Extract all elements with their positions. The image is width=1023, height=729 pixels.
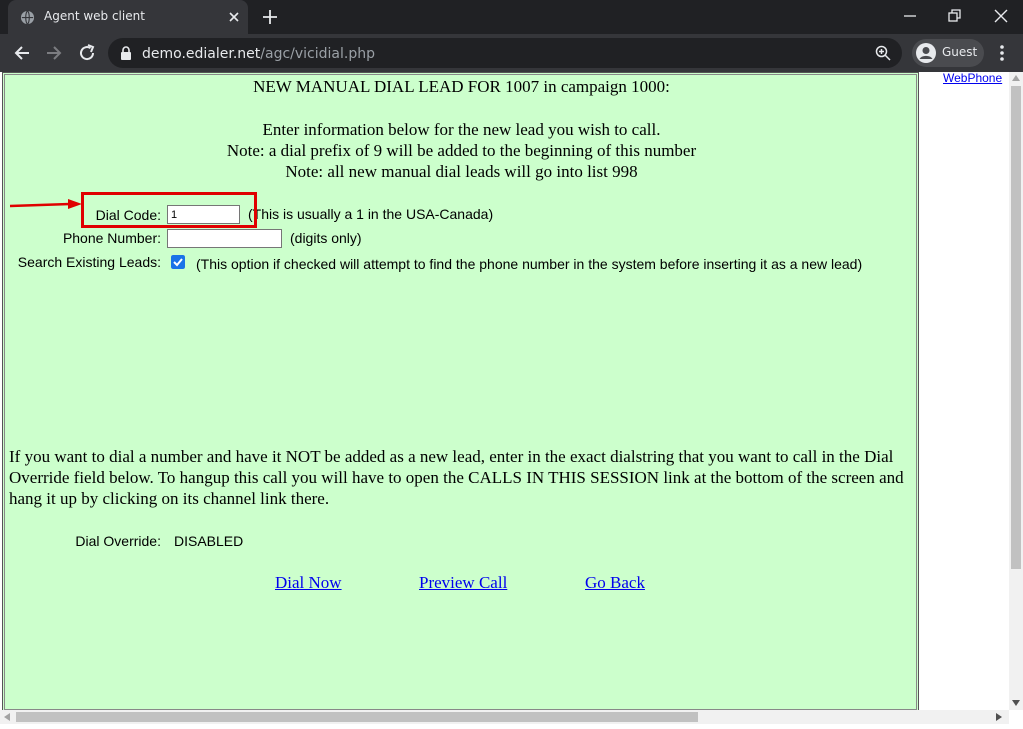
lock-icon[interactable] [120,46,132,60]
intro-line: Enter information below for the new lead… [262,120,661,139]
search-leads-label: Search Existing Leads: [17,254,161,270]
annotation-highlight-box [81,192,257,228]
back-arrow-icon[interactable] [11,42,33,64]
dial-override-instructions: If you want to dial a number and have it… [9,447,904,508]
horizontal-scroll-thumb[interactable] [16,712,698,722]
vertical-scrollbar[interactable] [1009,72,1023,710]
page-title: NEW MANUAL DIAL LEAD FOR 1007 in campaig… [253,77,670,96]
globe-icon [20,10,35,25]
minimize-icon[interactable] [901,7,919,25]
scroll-right-icon[interactable] [996,713,1002,721]
forward-arrow-icon[interactable] [43,42,65,64]
page-viewport: NEW MANUAL DIAL LEAD FOR 1007 in campaig… [0,72,1023,729]
zoom-icon[interactable] [875,45,891,61]
avatar-icon [916,43,936,63]
annotation-arrow-icon [10,199,82,209]
dial-override-value: DISABLED [174,533,244,549]
search-leads-hint: (This option if checked will attempt to … [196,256,863,272]
phone-number-hint: (digits only) [290,230,362,246]
tab-title: Agent web client [44,9,145,23]
browser-tab[interactable]: Agent web client [8,0,248,34]
profile-button[interactable]: Guest [912,39,984,67]
scroll-down-icon[interactable] [1012,700,1020,706]
horizontal-scrollbar[interactable] [0,710,1009,724]
manual-dial-panel: NEW MANUAL DIAL LEAD FOR 1007 in campaig… [2,72,919,712]
kebab-menu-icon[interactable] [994,43,1010,63]
address-bar[interactable]: demo.edialer.net/agc/vicidial.php [108,38,902,68]
dial-code-hint: (This is usually a 1 in the USA-Canada) [248,206,494,222]
scroll-up-icon[interactable] [1012,75,1020,81]
search-leads-checkbox[interactable] [171,255,185,269]
preview-call-link[interactable]: Preview Call [419,573,507,593]
vertical-scroll-thumb[interactable] [1011,86,1021,569]
restore-icon[interactable] [946,7,964,25]
webphone-link[interactable]: WebPhone [943,72,1002,85]
intro-text: Enter information below for the new lead… [3,119,920,182]
intro-line: Note: a dial prefix of 9 will be added t… [226,141,697,160]
new-tab-icon[interactable] [261,8,279,26]
dial-override-label: Dial Override: [75,533,161,549]
browser-tab-bar: Agent web client [0,0,1023,34]
profile-label: Guest [942,45,978,59]
dial-now-link[interactable]: Dial Now [275,573,342,593]
go-back-link[interactable]: Go Back [585,573,645,593]
browser-toolbar: demo.edialer.net/agc/vicidial.php Guest [0,34,1023,72]
scroll-left-icon[interactable] [4,713,10,721]
window-close-icon[interactable] [992,7,1010,25]
intro-line: Note: all new manual dial leads will go … [285,162,638,181]
url-path: /agc/vicidial.php [260,46,375,62]
url-text: demo.edialer.net/agc/vicidial.php [142,46,375,62]
phone-number-label: Phone Number: [62,230,161,246]
phone-number-input[interactable] [167,229,282,248]
url-host: demo.edialer.net [142,46,261,62]
reload-icon[interactable] [76,42,98,64]
close-icon[interactable] [226,9,242,25]
